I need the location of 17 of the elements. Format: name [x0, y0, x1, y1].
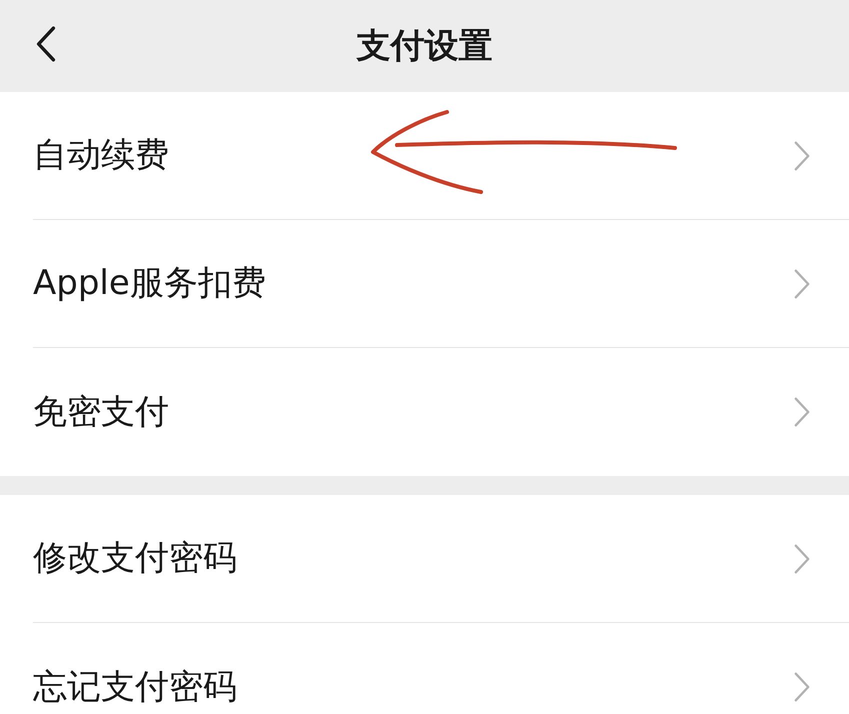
settings-row[interactable]: 忘记支付密码 — [33, 623, 849, 714]
row-label: 修改支付密码 — [33, 537, 237, 580]
settings-row[interactable]: 自动续费 — [33, 92, 849, 220]
chevron-right-icon — [793, 140, 811, 172]
page-title: 支付设置 — [356, 24, 492, 68]
chevron-right-icon — [793, 671, 811, 703]
settings-row[interactable]: 免密支付 — [33, 348, 849, 476]
back-icon — [35, 25, 57, 63]
row-label: Apple服务扣费 — [33, 262, 266, 305]
chevron-right-icon — [793, 542, 811, 574]
row-label: 忘记支付密码 — [33, 666, 237, 708]
settings-row[interactable]: Apple服务扣费 — [33, 220, 849, 348]
row-label: 免密支付 — [33, 390, 169, 434]
chevron-right-icon — [793, 396, 811, 428]
settings-row[interactable]: 修改支付密码 — [33, 495, 849, 623]
chevron-right-icon — [793, 268, 811, 300]
row-label: 自动续费 — [33, 134, 169, 177]
